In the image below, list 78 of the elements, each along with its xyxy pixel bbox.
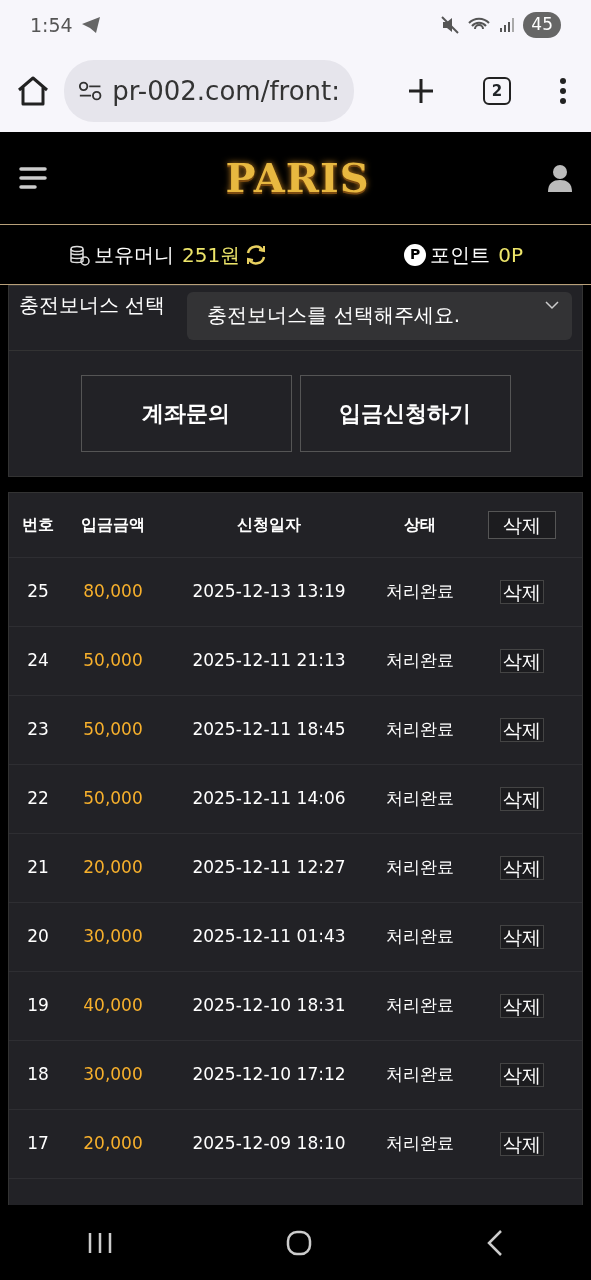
status-cell-text: 처리완료 (385, 856, 455, 880)
home-icon[interactable] (16, 75, 50, 107)
chevron-down-icon (544, 300, 560, 310)
amount-cell-text: 80,000 (82, 580, 144, 604)
amount-cell-text: 40,000 (82, 994, 144, 1018)
delete-button[interactable]: 삭제 (499, 648, 544, 674)
table-cell-text: 17 (26, 1132, 50, 1156)
status-cell-text: 처리완료 (385, 649, 455, 673)
table-cell-text: 20 (26, 925, 50, 949)
date-cell-text: 2025-12-11 18:45 (191, 718, 347, 742)
bonus-select[interactable]: 충전보너스를 선택해주세요. (187, 292, 572, 340)
date-cell-text: 2025-12-11 21:13 (191, 649, 347, 673)
status-cell-text: 처리완료 (385, 787, 455, 811)
delete-button[interactable]: 삭제 (499, 1131, 544, 1157)
column-header: 신청일자 (236, 514, 302, 536)
clock-time: 1:54 (30, 12, 73, 38)
table-cell-text: 18 (26, 1063, 50, 1087)
coins-icon (68, 243, 90, 266)
menu-icon[interactable] (18, 165, 48, 191)
date-cell-text: 2025-12-11 12:27 (191, 856, 347, 880)
table-cell-text: 25 (26, 580, 50, 604)
logo[interactable]: PARIS (225, 148, 370, 208)
menu-icon[interactable] (559, 77, 567, 105)
table-cell-text: 19 (26, 994, 50, 1018)
point-badge: P (404, 243, 427, 266)
battery-level: 45 (523, 12, 561, 38)
url-text: pr-002.com/front: (112, 74, 340, 108)
amount-cell-text: 50,000 (82, 718, 144, 742)
date-cell-text: 2025-12-10 18:31 (191, 994, 347, 1018)
table-cell-text: 22 (26, 787, 50, 811)
paper-plane-icon (80, 16, 101, 34)
user-icon[interactable] (547, 163, 573, 193)
column-header: 상태 (403, 514, 437, 536)
plus-icon[interactable] (407, 77, 435, 105)
status-cell-text: 처리완료 (385, 1063, 455, 1087)
date-cell-text: 2025-12-09 18:10 (191, 1132, 347, 1156)
status-cell-text: 처리완료 (385, 718, 455, 742)
delete-button[interactable]: 삭제 (499, 1062, 544, 1088)
amount-cell-text: 20,000 (82, 1132, 144, 1156)
status-cell-text: 처리완료 (385, 580, 455, 604)
mute-icon (441, 16, 460, 34)
delete-button[interactable]: 삭제 (499, 993, 544, 1019)
date-cell-text: 2025-12-11 14:06 (191, 787, 347, 811)
table-cell-text: 24 (26, 649, 50, 673)
account-inquiry-button[interactable]: 계좌문의 (80, 375, 292, 452)
bonus-label: 충전보너스 선택 (19, 292, 166, 319)
table-cell-text: 21 (26, 856, 50, 880)
amount-cell-text: 20,000 (82, 856, 144, 880)
delete-button[interactable]: 삭제 (487, 510, 556, 540)
tab-count[interactable]: 2 (483, 77, 511, 105)
amount-cell-text: 50,000 (82, 649, 144, 673)
column-header: 입금금액 (80, 514, 146, 536)
site-settings-icon (78, 80, 103, 102)
date-cell-text: 2025-12-10 17:12 (191, 1063, 347, 1087)
delete-button[interactable]: 삭제 (499, 579, 544, 605)
table-cell-text: 23 (26, 718, 50, 742)
signal-icon (499, 17, 516, 33)
status-cell-text: 처리완료 (385, 925, 455, 949)
money-value: 251원 (182, 241, 241, 269)
status-cell-text: 처리완료 (385, 994, 455, 1018)
amount-cell-text: 50,000 (82, 787, 144, 811)
money-label: 보유머니 (94, 241, 174, 269)
column-header: 번호 (21, 514, 55, 536)
point-value: 0P (498, 241, 523, 269)
back-icon[interactable] (486, 1228, 505, 1257)
amount-cell-text: 30,000 (82, 925, 144, 949)
date-cell-text: 2025-12-11 01:43 (191, 925, 347, 949)
recent-apps-icon[interactable] (86, 1230, 113, 1255)
status-cell-text: 처리완료 (385, 1132, 455, 1156)
url-bar[interactable]: pr-002.com/front: (64, 60, 354, 122)
delete-button[interactable]: 삭제 (499, 855, 544, 881)
deposit-request-button[interactable]: 입금신청하기 (299, 375, 511, 452)
delete-button[interactable]: 삭제 (499, 717, 544, 743)
date-cell-text: 2025-12-13 13:19 (191, 580, 347, 604)
delete-button[interactable]: 삭제 (499, 786, 544, 812)
delete-button[interactable]: 삭제 (499, 924, 544, 950)
amount-cell-text: 30,000 (82, 1063, 144, 1087)
point-label: 포인트 (430, 241, 491, 269)
